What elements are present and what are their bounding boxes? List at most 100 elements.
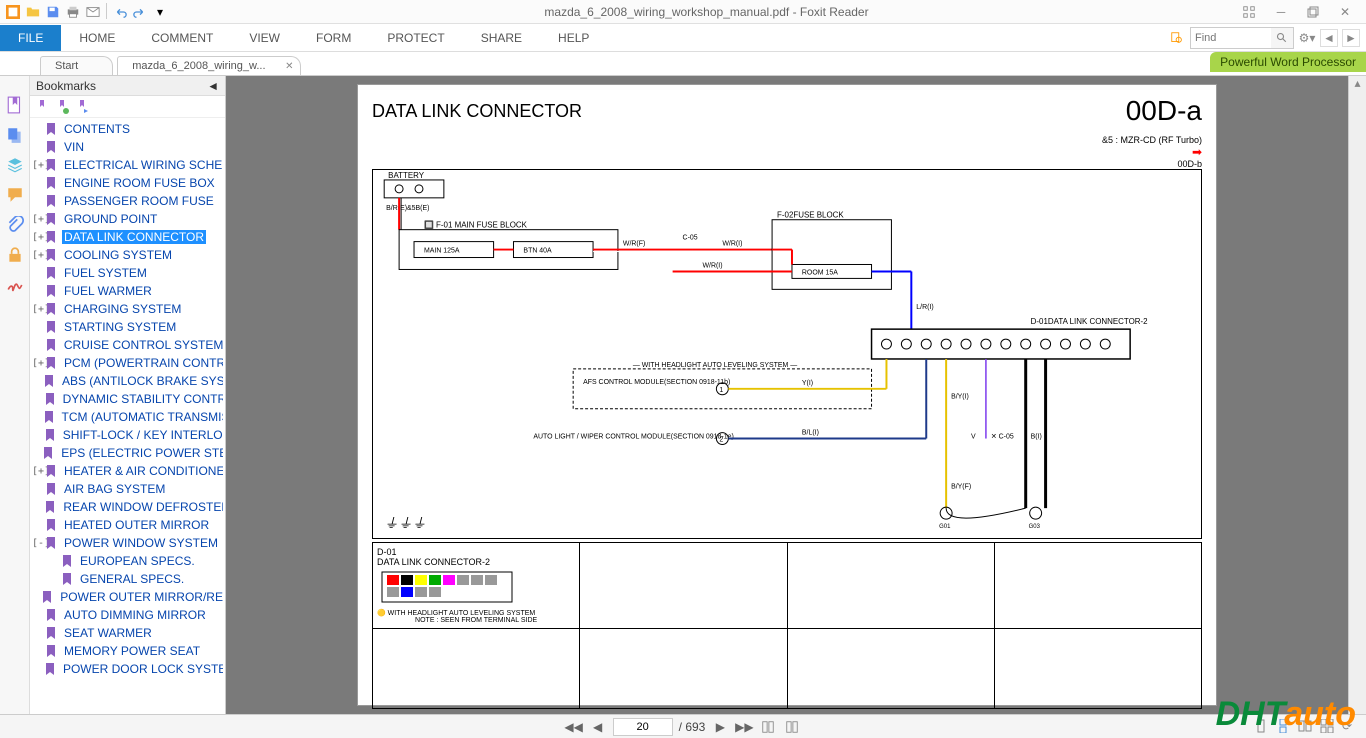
menu-form[interactable]: FORM (298, 25, 369, 51)
minimize-icon[interactable]: ─ (1272, 3, 1290, 21)
menu-share[interactable]: SHARE (463, 25, 540, 51)
security-panel-icon[interactable] (6, 246, 24, 264)
rotate-icon[interactable]: ⟳ (1342, 719, 1358, 735)
menu-view[interactable]: VIEW (231, 25, 298, 51)
last-page-icon[interactable]: ▶▶ (735, 718, 753, 736)
find-input[interactable] (1191, 32, 1271, 44)
bookmark-item[interactable]: REAR WINDOW DEFROSTER (30, 498, 225, 516)
bookmark-icon (44, 248, 58, 262)
bookmark-expand-icon[interactable]: [+] (32, 358, 44, 369)
bookmark-expand-icon[interactable]: [-] (32, 538, 44, 549)
bookmark-expand-icon[interactable]: [+] (32, 160, 44, 171)
bookmark-item[interactable]: ENGINE ROOM FUSE BOX (30, 174, 225, 192)
bookmark-item[interactable]: VIN (30, 138, 225, 156)
bookmark-item[interactable]: CRUISE CONTROL SYSTEM (30, 336, 225, 354)
email-icon[interactable] (84, 3, 102, 21)
maximize-icon[interactable] (1304, 3, 1322, 21)
bookmark-item[interactable]: FUEL SYSTEM (30, 264, 225, 282)
bookmark-item[interactable]: TCM (AUTOMATIC TRANSMISSION) (30, 408, 225, 426)
document-view[interactable]: DATA LINK CONNECTOR 00D-a &5 : MZR-CD (R… (226, 76, 1348, 714)
facing-page-icon[interactable] (1298, 719, 1314, 735)
file-menu[interactable]: FILE (0, 25, 61, 51)
print-icon[interactable] (64, 3, 82, 21)
bookmark-label: SEAT WARMER (62, 626, 154, 640)
bookmark-label: ENGINE ROOM FUSE BOX (62, 176, 217, 190)
scroll-up-icon[interactable]: ▴ (1349, 76, 1366, 96)
ribbon-collapse-icon[interactable] (1240, 3, 1258, 21)
single-page-icon[interactable] (1254, 719, 1270, 735)
bookmark-expand-icon[interactable]: [+] (32, 232, 44, 243)
open-icon[interactable] (24, 3, 42, 21)
bookmarks-panel-icon[interactable] (6, 96, 24, 114)
find-next-icon[interactable]: ► (1342, 29, 1360, 47)
redo-icon[interactable] (131, 3, 149, 21)
pages-panel-icon[interactable] (6, 126, 24, 144)
reflow-icon[interactable] (759, 718, 777, 736)
undo-icon[interactable] (111, 3, 129, 21)
page-number-input[interactable] (613, 718, 673, 736)
bookmark-item[interactable]: [+]COOLING SYSTEM (30, 246, 225, 264)
bookmark-expand-icon[interactable]: [+] (32, 214, 44, 225)
bookmark-item[interactable]: [+]CHARGING SYSTEM (30, 300, 225, 318)
bookmark-item[interactable]: [+]PCM (POWERTRAIN CONTROL) (30, 354, 225, 372)
bookmark-item[interactable]: AUTO DIMMING MIRROR (30, 606, 225, 624)
bookmark-item[interactable]: HEATED OUTER MIRROR (30, 516, 225, 534)
bookmark-item[interactable]: SHIFT-LOCK / KEY INTERLOCK (30, 426, 225, 444)
menu-protect[interactable]: PROTECT (369, 25, 462, 51)
menu-home[interactable]: HOME (61, 25, 133, 51)
promo-banner[interactable]: Powerful Word Processor (1210, 52, 1366, 72)
bookmark-item[interactable]: [+]GROUND POINT (30, 210, 225, 228)
app-icon[interactable] (4, 3, 22, 21)
find-submit-icon[interactable] (1271, 28, 1293, 48)
bookmarks-collapse-icon[interactable]: ◄ (207, 79, 219, 93)
bookmark-item[interactable]: GENERAL SPECS. (30, 570, 225, 588)
bookmark-icon (42, 410, 56, 424)
bookmark-item[interactable]: STARTING SYSTEM (30, 318, 225, 336)
continuous-facing-icon[interactable] (1320, 719, 1336, 735)
prev-page-icon[interactable]: ◀ (589, 718, 607, 736)
bookmark-item[interactable]: CONTENTS (30, 120, 225, 138)
menu-comment[interactable]: COMMENT (133, 25, 231, 51)
bookmark-expand-icon[interactable]: [+] (32, 304, 44, 315)
bookmark-item[interactable]: EPS (ELECTRIC POWER STEERING) (30, 444, 225, 462)
first-page-icon[interactable]: ◀◀ (565, 718, 583, 736)
tab-close-icon[interactable]: ✕ (285, 61, 293, 72)
bookmark-item[interactable]: MEMORY POWER SEAT (30, 642, 225, 660)
bookmark-item[interactable]: FUEL WARMER (30, 282, 225, 300)
tab-document[interactable]: mazda_6_2008_wiring_w...✕ (117, 56, 300, 75)
bookmark-item[interactable]: EUROPEAN SPECS. (30, 552, 225, 570)
vertical-scrollbar[interactable]: ▴ (1348, 76, 1366, 714)
menu-help[interactable]: HELP (540, 25, 607, 51)
save-icon[interactable] (44, 3, 62, 21)
continuous-page-icon[interactable] (1276, 719, 1292, 735)
close-icon[interactable]: ✕ (1336, 3, 1354, 21)
bookmark-item[interactable]: [+]HEATER & AIR CONDITIONER (30, 462, 225, 480)
find-prev-icon[interactable]: ◄ (1320, 29, 1338, 47)
bookmark-item[interactable]: POWER OUTER MIRROR/RETRACTABLE (30, 588, 225, 606)
next-page-icon[interactable]: ▶ (711, 718, 729, 736)
layers-panel-icon[interactable] (6, 156, 24, 174)
find-dropdown-icon[interactable] (1168, 29, 1186, 47)
bookmark-item[interactable]: SEAT WARMER (30, 624, 225, 642)
reflow2-icon[interactable] (783, 718, 801, 736)
bookmark-item[interactable]: AIR BAG SYSTEM (30, 480, 225, 498)
bookmark-item[interactable]: ABS (ANTILOCK BRAKE SYSTEM) (30, 372, 225, 390)
bm-new-icon[interactable] (54, 99, 70, 115)
comments-panel-icon[interactable] (6, 186, 24, 204)
bookmark-item[interactable]: [+]DATA LINK CONNECTOR (30, 228, 225, 246)
bookmark-item[interactable]: PASSENGER ROOM FUSE (30, 192, 225, 210)
bookmark-expand-icon[interactable]: [+] (32, 466, 44, 477)
bookmarks-tree[interactable]: CONTENTSVIN[+]ELECTRICAL WIRING SCHEMATI… (30, 118, 225, 714)
bookmark-item[interactable]: DYNAMIC STABILITY CONTROL (30, 390, 225, 408)
bookmark-expand-icon[interactable]: [+] (32, 250, 44, 261)
qat-dropdown-icon[interactable]: ▾ (151, 3, 169, 21)
tab-start[interactable]: Start (40, 56, 113, 75)
bookmark-item[interactable]: [-]POWER WINDOW SYSTEM (30, 534, 225, 552)
settings-gear-icon[interactable]: ⚙▾ (1298, 29, 1316, 47)
bm-options-icon[interactable] (74, 99, 90, 115)
bm-expand-all-icon[interactable] (34, 99, 50, 115)
bookmark-item[interactable]: POWER DOOR LOCK SYSTEM (30, 660, 225, 678)
signatures-panel-icon[interactable] (6, 276, 24, 294)
bookmark-item[interactable]: [+]ELECTRICAL WIRING SCHEMATIC (30, 156, 225, 174)
attachments-panel-icon[interactable] (6, 216, 24, 234)
